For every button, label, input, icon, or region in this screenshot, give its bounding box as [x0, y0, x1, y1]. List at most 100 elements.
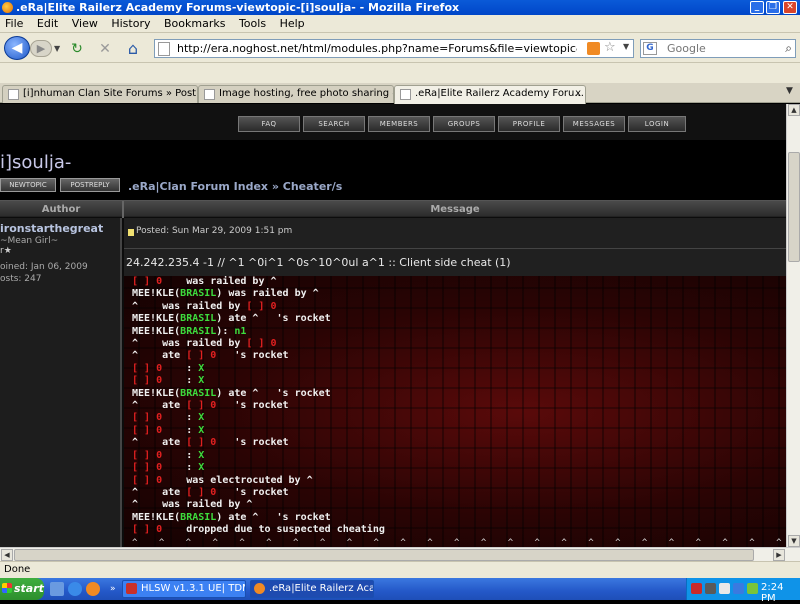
topic-title[interactable]: i]soulja-	[0, 152, 71, 173]
firefox-window: .eRa|Elite Railerz Academy Forums-viewto…	[0, 0, 800, 604]
horizontal-scroll-thumb[interactable]	[14, 549, 754, 561]
nav-faq-button[interactable]: FAQ	[238, 116, 300, 132]
tab-image-hosting[interactable]: Image hosting, free photo sharing & vi..…	[198, 85, 394, 103]
status-bar: Done	[0, 561, 800, 578]
log-segment: ) ate ^ 's rocket	[216, 511, 331, 523]
log-line: [ ] 0 was electrocuted by ^	[132, 475, 385, 487]
menu-tools[interactable]: Tools	[234, 15, 271, 33]
tab-label: [i]nhuman Clan Site Forums » Post 986 ..…	[23, 88, 197, 99]
log-segment: [ ] 0	[132, 276, 163, 287]
log-line: [ ] 0 : X	[132, 363, 385, 375]
author-panel: ironstarthegreat ~Mean Girl~ r★ oined: J…	[0, 218, 122, 547]
tab-era-forums[interactable]: .eRa|Elite Railerz Academy Foru... x	[394, 85, 586, 104]
log-segment: [ ] 0	[186, 437, 217, 449]
vertical-scrollbar[interactable]: ▲ ▼	[786, 104, 800, 547]
log-segment: MEE!KLE(	[132, 288, 181, 300]
log-segment: [ ] 0	[132, 362, 163, 374]
task-hlsw[interactable]: HLSW v1.3.1 UE| TDM /...	[122, 580, 246, 598]
log-segment: ^ was railed by	[132, 338, 247, 350]
search-input[interactable]	[667, 41, 777, 56]
firefox-launch-icon[interactable]	[86, 582, 100, 596]
search-bar[interactable]: G ⌕	[640, 39, 796, 58]
log-segment: MEE!KLE(	[132, 325, 181, 337]
log-segment: :	[162, 462, 199, 474]
log-line: [ ] 0 : X	[132, 462, 385, 474]
scroll-left-icon[interactable]: ◀	[1, 549, 13, 561]
vertical-scroll-thumb[interactable]	[788, 152, 800, 262]
url-input[interactable]	[177, 41, 577, 56]
scroll-right-icon[interactable]: ▶	[773, 549, 785, 561]
log-segment: MEE!KLE(	[132, 313, 181, 325]
log-line: MEE!KLE(BRASIL) ate ^ 's rocket	[132, 388, 385, 400]
url-dropdown-icon[interactable]: ▼	[623, 42, 629, 51]
tab-inhuman-clan[interactable]: [i]nhuman Clan Site Forums » Post 986 ..…	[2, 85, 198, 103]
nav-search-button[interactable]: SEARCH	[303, 116, 365, 132]
log-segment: ) was railed by ^	[216, 288, 319, 300]
log-segment: MEE!KLE(	[132, 387, 181, 399]
game-console-footer: ^ ^ ^ ^ ^ ^ ^ ^ ^ ^ ^ ^ ^ ^ ^ ^ ^ ^ ^ ^ …	[132, 538, 786, 547]
back-button[interactable]: ◀	[4, 36, 30, 60]
task-label: .eRa|Elite Railerz Aca...	[269, 583, 374, 594]
log-segment: was railed by ^	[162, 276, 277, 287]
tray-app-icon[interactable]	[691, 583, 702, 594]
tray-shield-icon[interactable]	[705, 583, 716, 594]
clock: 2:24 PM	[761, 582, 784, 604]
author-rank: ~Mean Girl~	[0, 236, 59, 246]
nav-groups-button[interactable]: GROUPS	[433, 116, 495, 132]
history-dropdown-icon[interactable]: ▼	[54, 44, 60, 53]
network-icon[interactable]	[733, 583, 744, 594]
url-bar[interactable]: ☆ ▼	[154, 39, 634, 58]
tab-favicon	[8, 89, 19, 100]
bookmark-star-icon[interactable]: ☆	[604, 40, 616, 55]
new-topic-button[interactable]: NEWTOPIC	[0, 178, 56, 192]
log-segment: :	[162, 412, 199, 424]
home-button[interactable]: ⌂	[124, 40, 142, 58]
window-title: .eRa|Elite Railerz Academy Forums-viewto…	[16, 1, 460, 14]
log-line: ^ ate [ ] 0 's rocket	[132, 437, 385, 449]
menu-file[interactable]: File	[0, 15, 28, 33]
log-segment: MEE!KLE(	[132, 511, 181, 523]
menu-view[interactable]: View	[67, 15, 103, 33]
google-engine-icon[interactable]: G	[643, 42, 657, 55]
volume-icon[interactable]	[719, 583, 730, 594]
rss-feed-icon[interactable]	[587, 42, 600, 55]
scroll-down-icon[interactable]: ▼	[788, 535, 800, 547]
author-name[interactable]: ironstarthegreat	[0, 222, 103, 235]
post-reply-button[interactable]: POSTREPLY	[60, 178, 120, 192]
horizontal-scrollbar[interactable]: ◀ ▶	[0, 547, 800, 561]
table-header: Author Message	[0, 200, 786, 218]
close-tab-icon[interactable]: x	[575, 86, 581, 102]
tray-misc-icon[interactable]	[747, 583, 758, 594]
nav-messages-button[interactable]: MESSAGES	[563, 116, 625, 132]
nav-login-button[interactable]: LOGIN	[628, 116, 686, 132]
forward-button[interactable]: ▶	[30, 40, 52, 57]
nav-profile-button[interactable]: PROFILE	[498, 116, 560, 132]
breadcrumb[interactable]: .eRa|Clan Forum Index » Cheater/s	[128, 180, 342, 193]
minimize-button[interactable]: _	[750, 1, 764, 14]
log-segment: [ ] 0	[132, 462, 163, 474]
firefox-logo-icon	[2, 2, 13, 13]
menu-bookmarks[interactable]: Bookmarks	[159, 15, 230, 33]
log-line: [ ] 0 : X	[132, 375, 385, 387]
list-all-tabs-icon[interactable]: ▼	[786, 86, 793, 96]
close-window-button[interactable]: ✕	[783, 1, 797, 14]
quicklaunch-more-icon[interactable]: »	[110, 584, 116, 594]
stop-button[interactable]: ✕	[96, 40, 114, 58]
ie-icon[interactable]	[68, 582, 82, 596]
menu-edit[interactable]: Edit	[32, 15, 63, 33]
menu-history[interactable]: History	[106, 15, 155, 33]
game-screenshot[interactable]: [ ] 0 was railed by ^ MEE!KLE(BRASIL) was…	[124, 276, 786, 547]
start-button[interactable]: start	[0, 578, 44, 600]
show-desktop-icon[interactable]	[50, 582, 64, 596]
task-firefox[interactable]: .eRa|Elite Railerz Aca...	[250, 580, 374, 598]
reload-button[interactable]: ↻	[68, 40, 86, 58]
log-segment: [ ] 0	[186, 400, 217, 412]
menu-help[interactable]: Help	[275, 15, 310, 33]
maximize-button[interactable]: ❐	[766, 1, 780, 14]
tab-strip: [i]nhuman Clan Site Forums » Post 986 ..…	[0, 83, 800, 104]
nav-members-button[interactable]: MEMBERS	[368, 116, 430, 132]
scroll-up-icon[interactable]: ▲	[788, 104, 800, 116]
search-icon[interactable]: ⌕	[785, 41, 792, 56]
log-segment: 's rocket	[216, 400, 289, 412]
post-text: 24.242.235.4 -1 // ^1 ^0i^1 ^0s^10^0ul a…	[126, 256, 511, 269]
